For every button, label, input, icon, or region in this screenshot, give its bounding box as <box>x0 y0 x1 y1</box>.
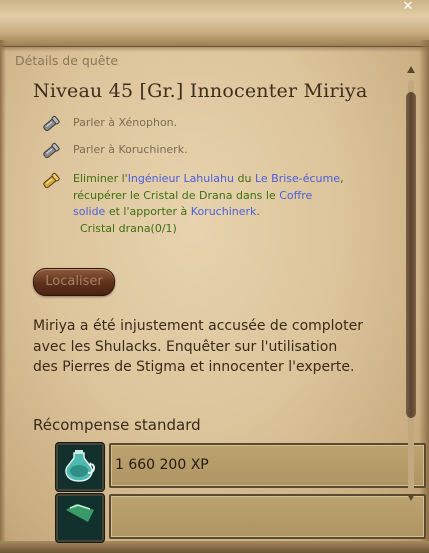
close-button[interactable]: ✕ <box>401 0 415 14</box>
objective-text-part: récupérer le Cristal de Drana dans le <box>73 188 280 202</box>
close-icon: ✕ <box>402 0 414 14</box>
quest-window: ✕ Détails de quête Niveau 45 [Gr.] Innoc… <box>0 0 429 553</box>
potion-icon[interactable] <box>56 443 104 491</box>
objective-count: Cristal drana(0/1) <box>80 222 177 235</box>
objective-text-part: . <box>256 205 260 218</box>
scroll-up-icon[interactable] <box>407 66 415 73</box>
objective-text-part: Eliminer l' <box>73 172 128 185</box>
item-icon[interactable] <box>56 494 104 542</box>
objective-text-part: du <box>234 172 255 185</box>
scroll-icon <box>43 142 60 159</box>
locate-button[interactable]: Localiser <box>33 268 115 296</box>
objective-text: Parler à Koruchinerk. <box>73 143 188 156</box>
scroll-gold-icon <box>43 172 60 189</box>
objective-text: Parler à Xénophon. <box>73 116 178 129</box>
item-link[interactable]: solide <box>73 205 105 218</box>
scroll-top-roll <box>0 0 429 52</box>
npc-link[interactable]: Ingénieur Lahulahu <box>128 172 234 185</box>
scrollbar-thumb[interactable] <box>406 92 416 418</box>
quest-title: Niveau 45 [Gr.] Innocenter Miriya <box>33 80 368 102</box>
scroll-bottom-edge <box>0 541 429 553</box>
npc-link[interactable]: Koruchinerk <box>191 205 257 218</box>
reward-value <box>109 494 426 539</box>
window-title: Détails de quête <box>15 53 119 68</box>
scroll-left-edge <box>0 40 6 553</box>
objective-text-part: et l'apporter à <box>105 205 191 218</box>
objective-text-part: , <box>340 172 344 185</box>
scroll-icon <box>43 115 60 132</box>
quest-description: Miriya a été injustement accusée de comp… <box>33 318 363 375</box>
reward-heading: Récompense standard <box>33 416 201 434</box>
location-link[interactable]: Le Brise-écume <box>255 172 340 185</box>
scrollbar[interactable] <box>404 66 418 506</box>
reward-value: 1 660 200 XP <box>109 443 426 488</box>
objective-text: Eliminer l'Ingénieur Lahulahu du Le Bris… <box>73 171 344 221</box>
item-link[interactable]: Coffre <box>279 189 312 202</box>
scroll-down-icon[interactable] <box>407 494 415 501</box>
